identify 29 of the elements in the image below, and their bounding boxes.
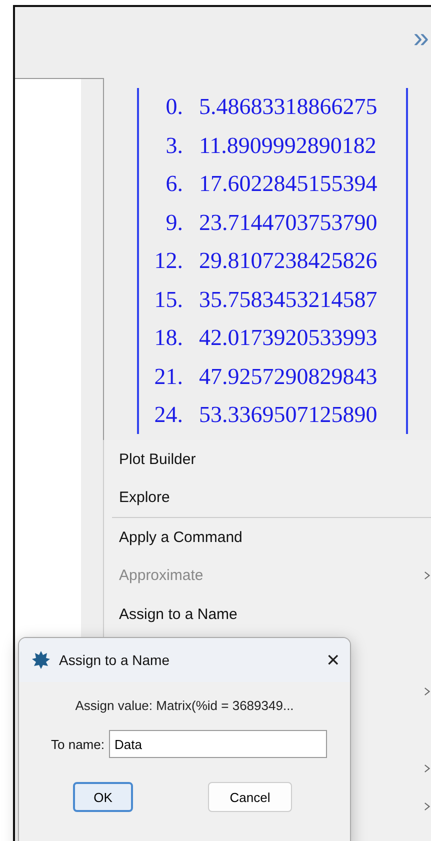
matrix-index: 9. <box>164 210 183 236</box>
menu-item[interactable]: Explore <box>119 489 170 506</box>
matrix-index: 21. <box>153 364 183 390</box>
matrix-value: 29.8107238425826 <box>199 248 378 274</box>
dialog-title: Assign to a Name <box>59 652 170 668</box>
matrix-value: 53.3369507125890 <box>199 402 378 428</box>
matrix-value: 35.7583453214587 <box>199 286 378 313</box>
matrix-index: 18. <box>153 325 183 352</box>
close-button[interactable]: ✕ <box>326 650 340 670</box>
matrix-index: 0. <box>164 94 183 120</box>
matrix-index: 6. <box>164 171 183 198</box>
menu-item[interactable]: Apply a Command <box>119 528 242 546</box>
menu-item[interactable]: Assign to a Name <box>119 606 238 623</box>
dialog-message: Assign value: Matrix(%id = 3689349... <box>74 698 295 713</box>
matrix-index: 3. <box>164 132 183 159</box>
matrix-index: 24. <box>153 402 183 428</box>
matrix-value: 23.7144703753790 <box>199 210 378 236</box>
matrix-value: 17.6022845155394 <box>199 171 378 198</box>
cancel-button[interactable]: Cancel <box>208 782 292 812</box>
name-field[interactable]: Data <box>109 730 328 758</box>
matrix-value: 42.0173920533993 <box>199 325 378 352</box>
matrix-index: 15. <box>153 286 183 313</box>
matrix-index: 12. <box>153 248 183 274</box>
field-label: To name: <box>51 736 104 752</box>
matrix-value: 11.8909992890182 <box>199 132 378 159</box>
matrix-value: 47.9257290829843 <box>199 364 378 390</box>
ok-button[interactable]: OK <box>73 782 133 812</box>
menu-item[interactable]: Plot Builder <box>119 450 196 468</box>
matrix-value: 5.48683318866275 <box>199 94 378 120</box>
